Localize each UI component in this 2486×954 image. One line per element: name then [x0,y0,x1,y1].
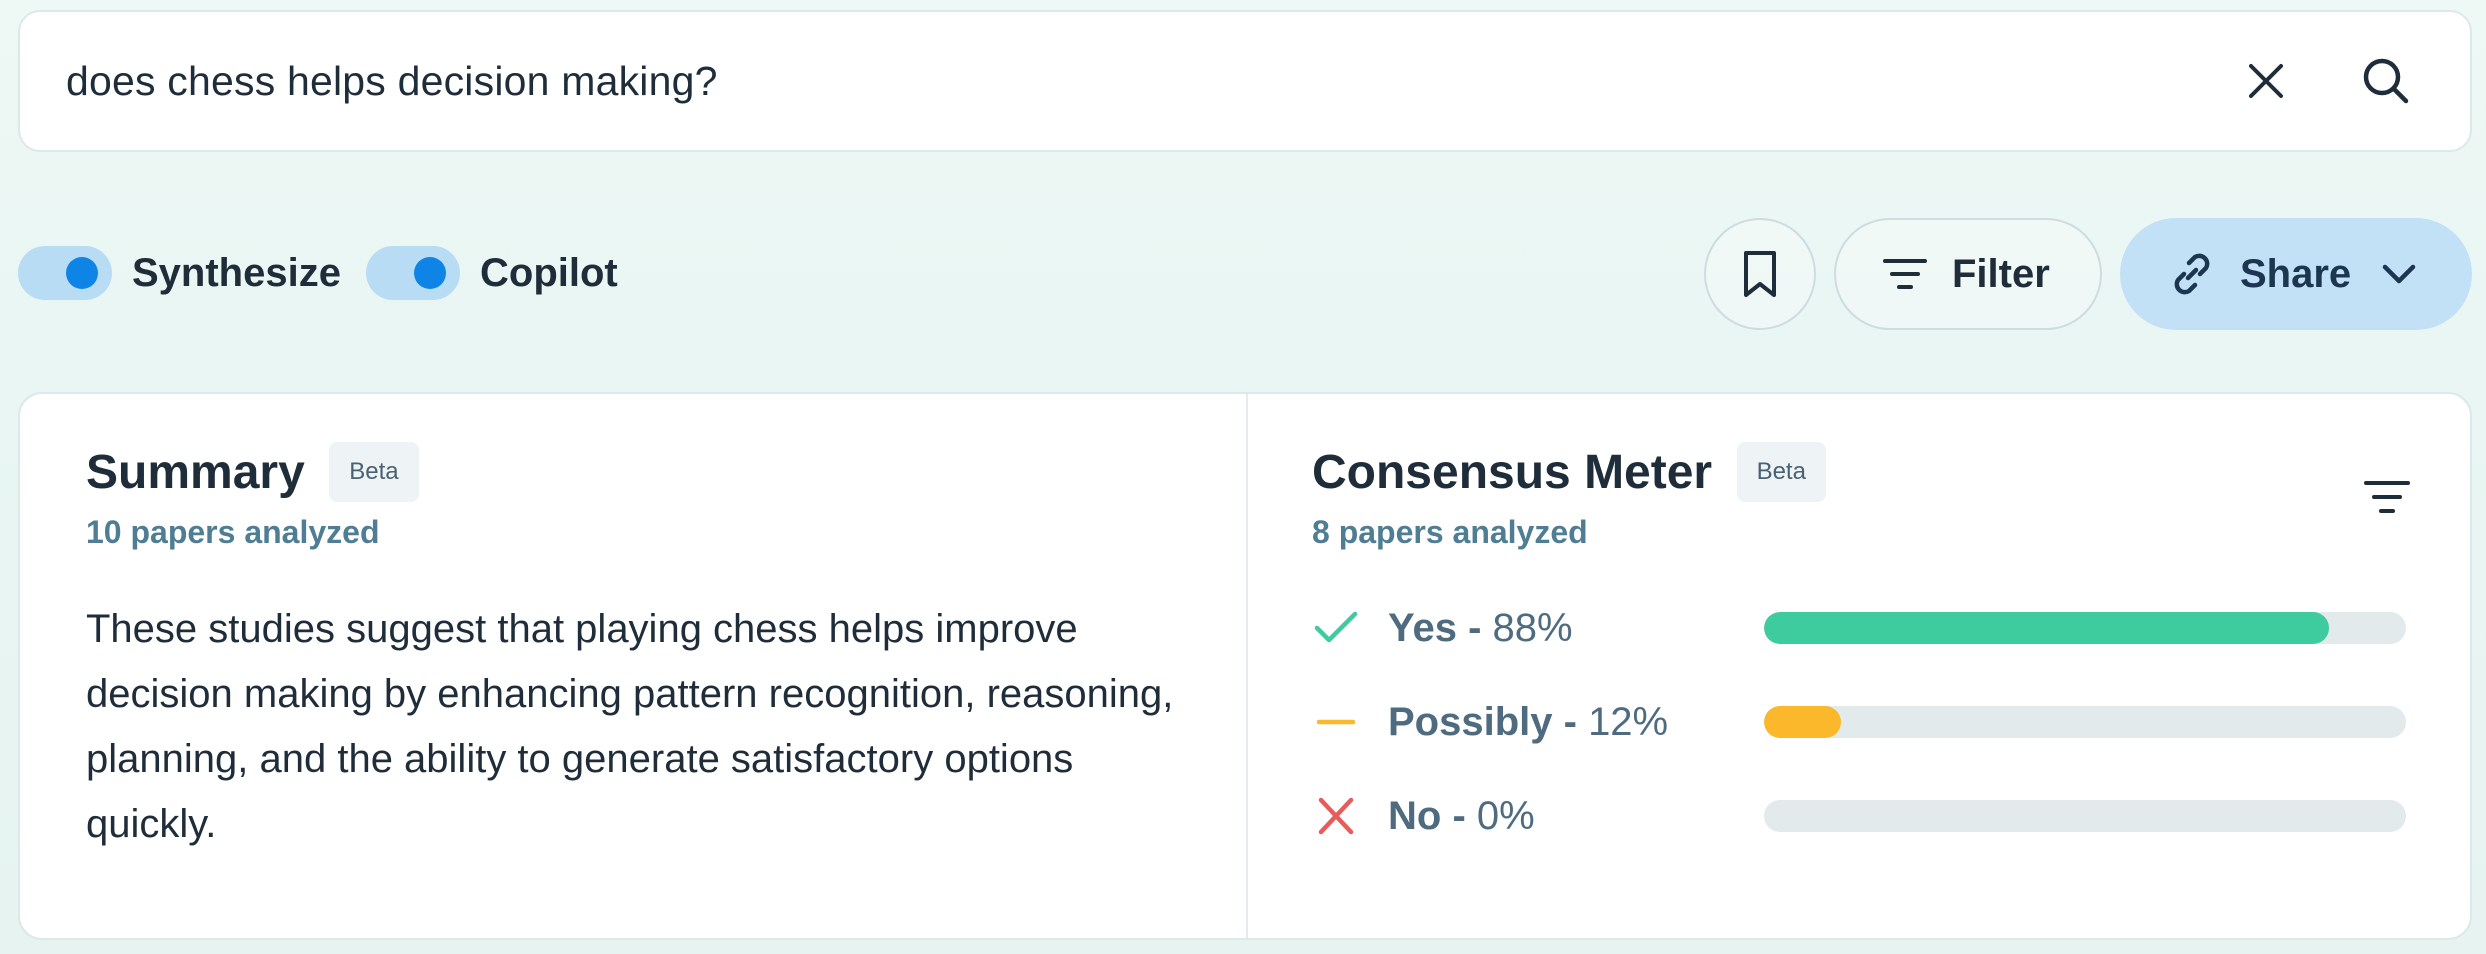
dash-icon [1316,719,1356,725]
summary-papers-count[interactable]: 10 papers analyzed [86,514,1206,551]
filter-icon [1883,259,1927,289]
share-label: Share [2240,251,2352,296]
consensus-row-no: No - 0% [1312,769,2422,863]
copilot-toggle[interactable] [366,246,460,300]
synthesize-toggle[interactable] [18,246,112,300]
toolbar: Synthesize Copilot Filter Share [18,218,2472,330]
consensus-title: Consensus Meter [1312,445,1713,499]
beta-badge: Beta [329,442,419,502]
clear-search-button[interactable] [2226,41,2306,121]
consensus-papers-count[interactable]: 8 papers analyzed [1312,514,2422,551]
toggle-knob [414,257,446,289]
consensus-filter-button[interactable] [2352,462,2422,532]
check-icon [1314,611,1358,643]
results-card: Summary Beta 10 papers analyzed These st… [18,392,2472,940]
search-icon [2363,58,2409,104]
search-button[interactable] [2346,41,2426,121]
consensus-bar-track [1764,800,2406,832]
share-button[interactable]: Share [2120,218,2472,330]
summary-title: Summary [86,445,305,499]
link-icon [2174,253,2210,295]
consensus-meter-panel: Consensus Meter Beta 8 papers analyzed Y… [1312,442,2422,863]
bookmark-button[interactable] [1704,218,1816,330]
filter-button[interactable]: Filter [1834,218,2102,330]
consensus-rows: Yes - 88% Possibly - 12% No - 0% [1312,581,2422,863]
consensus-row-yes: Yes - 88% [1312,581,2422,675]
filter-icon [2364,481,2410,513]
x-icon [1318,797,1354,835]
toggle-knob [66,257,98,289]
consensus-label: No - 0% [1388,793,1535,838]
bookmark-icon [1744,251,1776,297]
search-bar: does chess helps decision making? [18,10,2472,152]
search-input[interactable]: does chess helps decision making? [66,58,2226,105]
consensus-bar-track [1764,706,2406,738]
chevron-down-icon[interactable] [2381,262,2417,286]
copilot-label: Copilot [480,250,618,295]
consensus-label: Possibly - 12% [1388,699,1669,744]
copilot-toggle-group: Copilot [366,246,618,300]
consensus-row-possibly: Possibly - 12% [1312,675,2422,769]
summary-panel: Summary Beta 10 papers analyzed These st… [86,442,1206,857]
consensus-bar-fill [1764,706,1842,738]
filter-label: Filter [1952,251,2050,296]
close-icon [2249,64,2283,98]
synthesize-label: Synthesize [132,250,341,295]
consensus-bar-fill [1764,612,2329,644]
panel-divider [1246,394,1248,938]
consensus-label: Yes - 88% [1388,605,1573,650]
consensus-bar-track [1764,612,2406,644]
beta-badge: Beta [1736,442,1826,502]
summary-text: These studies suggest that playing chess… [86,607,1174,846]
synthesize-toggle-group: Synthesize [18,246,341,300]
